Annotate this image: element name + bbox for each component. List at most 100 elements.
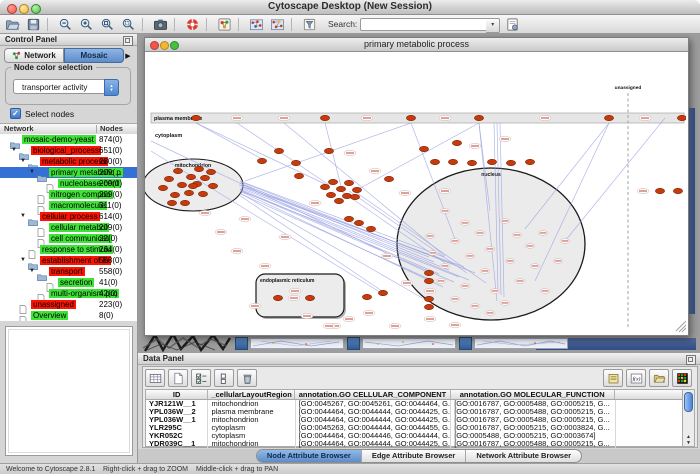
- table-header-cell[interactable]: ID: [146, 390, 208, 399]
- birdseye-view[interactable]: [5, 326, 133, 456]
- table-cell[interactable]: [GO:0044464, GO:0044444, GO:0044425, G..…: [296, 416, 452, 424]
- tree-row[interactable]: ▼cellular process614(0): [0, 211, 137, 222]
- network-node[interactable]: [384, 176, 393, 181]
- table-header-cell[interactable]: _cellularLayoutRegion: [208, 390, 295, 399]
- tab-network[interactable]: Network: [4, 48, 64, 63]
- zoom-selected-icon[interactable]: [120, 16, 137, 32]
- expand-arrow-icon[interactable]: ▼: [29, 169, 35, 176]
- expand-arrow-icon[interactable]: ▼: [29, 268, 35, 275]
- minimized-window[interactable]: [459, 337, 568, 348]
- tab-overflow-arrow-icon[interactable]: ▶: [124, 52, 132, 60]
- network-node[interactable]: [352, 187, 361, 192]
- network-node[interactable]: [406, 115, 415, 120]
- heatmap-icon[interactable]: [672, 369, 692, 387]
- network-node[interactable]: [158, 185, 167, 190]
- table-cell[interactable]: [GO:0044464, GO:0044446, GO:0044444, G..…: [296, 432, 452, 440]
- tree-row[interactable]: cellular metabol209(0): [0, 222, 137, 233]
- network-node[interactable]: [677, 115, 686, 120]
- table-cell[interactable]: [GO:0044464, GO:0044444, GO:0044425, G..…: [296, 408, 452, 416]
- table-cell[interactable]: [GO:0016787, GO:0005488, GO:0005215, G..…: [451, 440, 615, 448]
- network-node[interactable]: [326, 192, 335, 197]
- table-cell[interactable]: mitochondrion: [208, 416, 295, 424]
- minimized-window-icon[interactable]: [459, 337, 472, 350]
- network-window-titlebar[interactable]: primary metabolic process: [145, 38, 688, 52]
- network-node[interactable]: [167, 200, 176, 205]
- network-node[interactable]: [354, 220, 363, 225]
- network-node[interactable]: [206, 169, 215, 174]
- table-row[interactable]: YJR121W__1mitochondrion[GO:0045267, GO:0…: [146, 400, 685, 408]
- network-node[interactable]: [430, 159, 439, 164]
- browser-tab[interactable]: Network Attribute Browser: [466, 450, 581, 462]
- network-node[interactable]: [448, 159, 457, 164]
- network-node[interactable]: [198, 191, 207, 196]
- tree-row[interactable]: macromolecule311(0): [0, 200, 137, 211]
- attribute-grid-icon[interactable]: [145, 369, 165, 387]
- network-node[interactable]: [342, 193, 351, 198]
- table-header-cell[interactable]: [615, 390, 685, 399]
- network-node[interactable]: [424, 270, 433, 275]
- network-node[interactable]: [474, 115, 483, 120]
- tree-row[interactable]: secretion41(0): [0, 277, 137, 288]
- tree-row[interactable]: ▼establishment of lo558(0): [0, 255, 137, 266]
- network-node[interactable]: [525, 159, 534, 164]
- network-node[interactable]: [177, 182, 186, 187]
- network-node[interactable]: [328, 179, 337, 184]
- app-titlebar[interactable]: Cytoscape Desktop (New Session): [0, 0, 700, 15]
- table-cell[interactable]: [GO:0045263, GO:0044444, GO:0044455, G..…: [296, 424, 452, 432]
- network-node[interactable]: [350, 194, 359, 199]
- network-node[interactable]: [186, 174, 195, 179]
- table-row[interactable]: YLR295Ccytoplasm[GO:0045263, GO:0044444,…: [146, 424, 685, 432]
- network-node[interactable]: [362, 294, 371, 299]
- table-row[interactable]: YKR052Ccytoplasm[GO:0044464, GO:0044446,…: [146, 432, 685, 440]
- network-node[interactable]: [191, 115, 200, 120]
- zoom-fit-icon[interactable]: [99, 16, 116, 32]
- network-node[interactable]: [419, 146, 428, 151]
- tree-row[interactable]: ▼primary metabolic p209(...: [0, 167, 137, 178]
- table-scrollbar[interactable]: ▲▼: [682, 389, 695, 447]
- tree-row[interactable]: ▼transport558(0): [0, 266, 137, 277]
- network-node[interactable]: [200, 175, 209, 180]
- tree-row[interactable]: Overview8(0): [0, 310, 137, 321]
- browser-tab[interactable]: Edge Attribute Browser: [362, 450, 466, 462]
- node-color-dropdown[interactable]: transporter activity ▲▼: [13, 79, 119, 94]
- table-cell[interactable]: YPL036W__1: [146, 416, 208, 424]
- network-node[interactable]: [604, 115, 613, 120]
- network-node[interactable]: [424, 296, 433, 301]
- select-nodes-checkbox[interactable]: ✓: [10, 108, 21, 119]
- annotation-icon[interactable]: [248, 16, 265, 32]
- network-node[interactable]: [344, 180, 353, 185]
- zoom-out-icon[interactable]: [57, 16, 74, 32]
- zoom-in-icon[interactable]: [78, 16, 95, 32]
- tree-row[interactable]: unassigned223(0): [0, 299, 137, 310]
- network-node[interactable]: [173, 168, 182, 173]
- network-node[interactable]: [194, 166, 203, 171]
- scrollbar-arrows-icon[interactable]: ▲▼: [683, 434, 694, 446]
- expand-arrow-icon[interactable]: ▼: [20, 257, 26, 264]
- network-node[interactable]: [208, 183, 217, 188]
- minimize-button[interactable]: [19, 4, 29, 14]
- table-cell[interactable]: YDR039C__1: [146, 440, 208, 448]
- network-node[interactable]: [506, 160, 515, 165]
- table-cell[interactable]: plasma membrane: [208, 408, 295, 416]
- network-canvas[interactable]: plasma membranecytoplasmmitochondrionnuc…: [145, 51, 686, 333]
- float-panel-icon[interactable]: [123, 36, 133, 46]
- network-node[interactable]: [274, 148, 283, 153]
- network-node[interactable]: [487, 159, 496, 164]
- network-node[interactable]: [452, 140, 461, 145]
- minimized-window-icon[interactable]: [347, 337, 360, 350]
- table-cell[interactable]: [616, 416, 685, 424]
- network-node[interactable]: [344, 216, 353, 221]
- table-cell[interactable]: [GO:0016787, GO:0005488, GO:0005215, G..…: [451, 400, 615, 408]
- network-node[interactable]: [334, 198, 343, 203]
- table-cell[interactable]: cytoplasm: [208, 424, 295, 432]
- tree-row[interactable]: nucleobase-cont209(0): [0, 178, 137, 189]
- table-row[interactable]: YDR039C__1mitochondrion[GO:0044464, GO:0…: [146, 440, 685, 448]
- table-cell[interactable]: [GO:0016787, GO:0005215, GO:0003824, G..…: [451, 424, 615, 432]
- search-input[interactable]: [360, 18, 490, 31]
- new-attribute-icon[interactable]: [168, 369, 188, 387]
- network-node[interactable]: [467, 160, 476, 165]
- unselect-attributes-icon[interactable]: [214, 369, 234, 387]
- open-session-icon[interactable]: [4, 16, 21, 32]
- table-row[interactable]: YPL036W__1mitochondrion[GO:0044464, GO:0…: [146, 416, 685, 424]
- network-node[interactable]: [184, 190, 193, 195]
